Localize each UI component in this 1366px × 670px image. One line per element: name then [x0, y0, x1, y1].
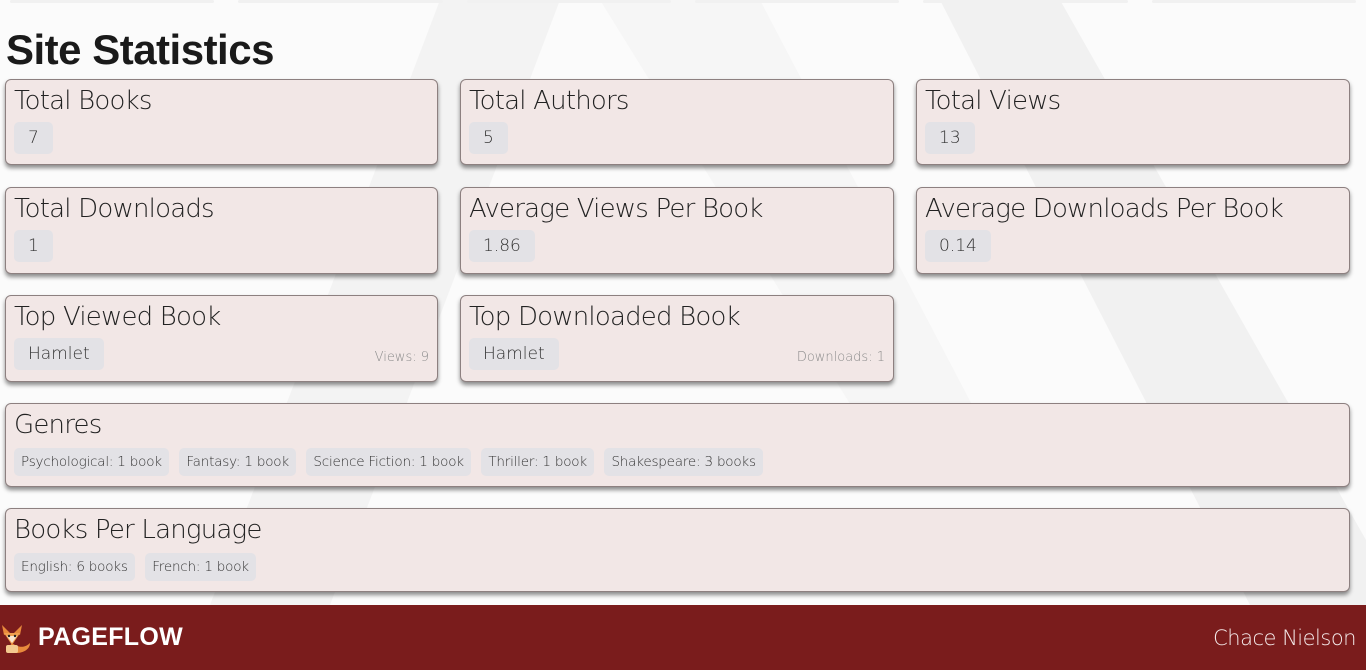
page: Site Statistics Total Books 7 Total Auth… [0, 0, 1366, 670]
total-downloads-card: Total Downloads 1 [5, 187, 438, 274]
top-downloaded-book-card: Top Downloaded Book Hamlet Downloads: 1 [460, 295, 894, 382]
language-tag: French: 1 book [145, 553, 256, 581]
views-count: Views: 9 [374, 350, 429, 365]
stat-value: 5 [469, 122, 508, 154]
top-strip [0, 0, 1366, 4]
genre-tag: Psychological: 1 book [14, 448, 169, 476]
brand-name: PAGEFLOW [38, 623, 183, 651]
total-books-card: Total Books 7 [5, 79, 438, 165]
card-title: Average Downloads Per Book [925, 194, 1284, 224]
average-downloads-card: Average Downloads Per Book 0.14 [916, 187, 1350, 274]
language-tag: English: 6 books [14, 553, 135, 581]
card-title: Top Viewed Book [14, 302, 221, 332]
genre-tag: Thriller: 1 book [481, 448, 594, 476]
card-title: Total Books [14, 86, 152, 116]
footer: PAGEFLOW Chace Nielson [0, 605, 1366, 670]
card-title: Average Views Per Book [469, 194, 763, 224]
card-title: Total Authors [469, 86, 629, 116]
fox-icon [2, 624, 30, 653]
card-title: Top Downloaded Book [469, 302, 741, 332]
genre-tag: Fantasy: 1 book [179, 448, 296, 476]
stat-value: 0.14 [925, 230, 991, 262]
stat-value: 1 [14, 230, 53, 262]
stat-value: 1.86 [469, 230, 535, 262]
genre-list: Psychological: 1 book Fantasy: 1 book Sc… [14, 448, 1341, 476]
books-per-language-card: Books Per Language English: 6 books Fren… [5, 508, 1350, 592]
card-title: Total Views [925, 86, 1061, 116]
downloads-count: Downloads: 1 [796, 350, 885, 365]
stat-value: 7 [14, 122, 53, 154]
total-views-card: Total Views 13 [916, 79, 1350, 165]
genre-tag: Science Fiction: 1 book [306, 448, 471, 476]
language-list: English: 6 books French: 1 book [14, 553, 1341, 581]
user-name-link[interactable]: Chace Nielson [1213, 626, 1356, 650]
page-title: Site Statistics [6, 26, 274, 73]
total-authors-card: Total Authors 5 [460, 79, 894, 165]
brand-link[interactable]: PAGEFLOW [0, 621, 183, 655]
average-views-card: Average Views Per Book 1.86 [460, 187, 894, 274]
genres-card: Genres Psychological: 1 book Fantasy: 1 … [5, 403, 1350, 487]
stat-value: 13 [925, 122, 975, 154]
card-title: Books Per Language [14, 515, 262, 545]
top-viewed-book-card: Top Viewed Book Hamlet Views: 9 [5, 295, 438, 382]
top-viewed-book-link[interactable]: Hamlet [14, 338, 104, 370]
genre-tag: Shakespeare: 3 books [604, 448, 763, 476]
top-downloaded-book-link[interactable]: Hamlet [469, 338, 559, 370]
card-title: Total Downloads [14, 194, 215, 224]
card-title: Genres [14, 410, 102, 440]
